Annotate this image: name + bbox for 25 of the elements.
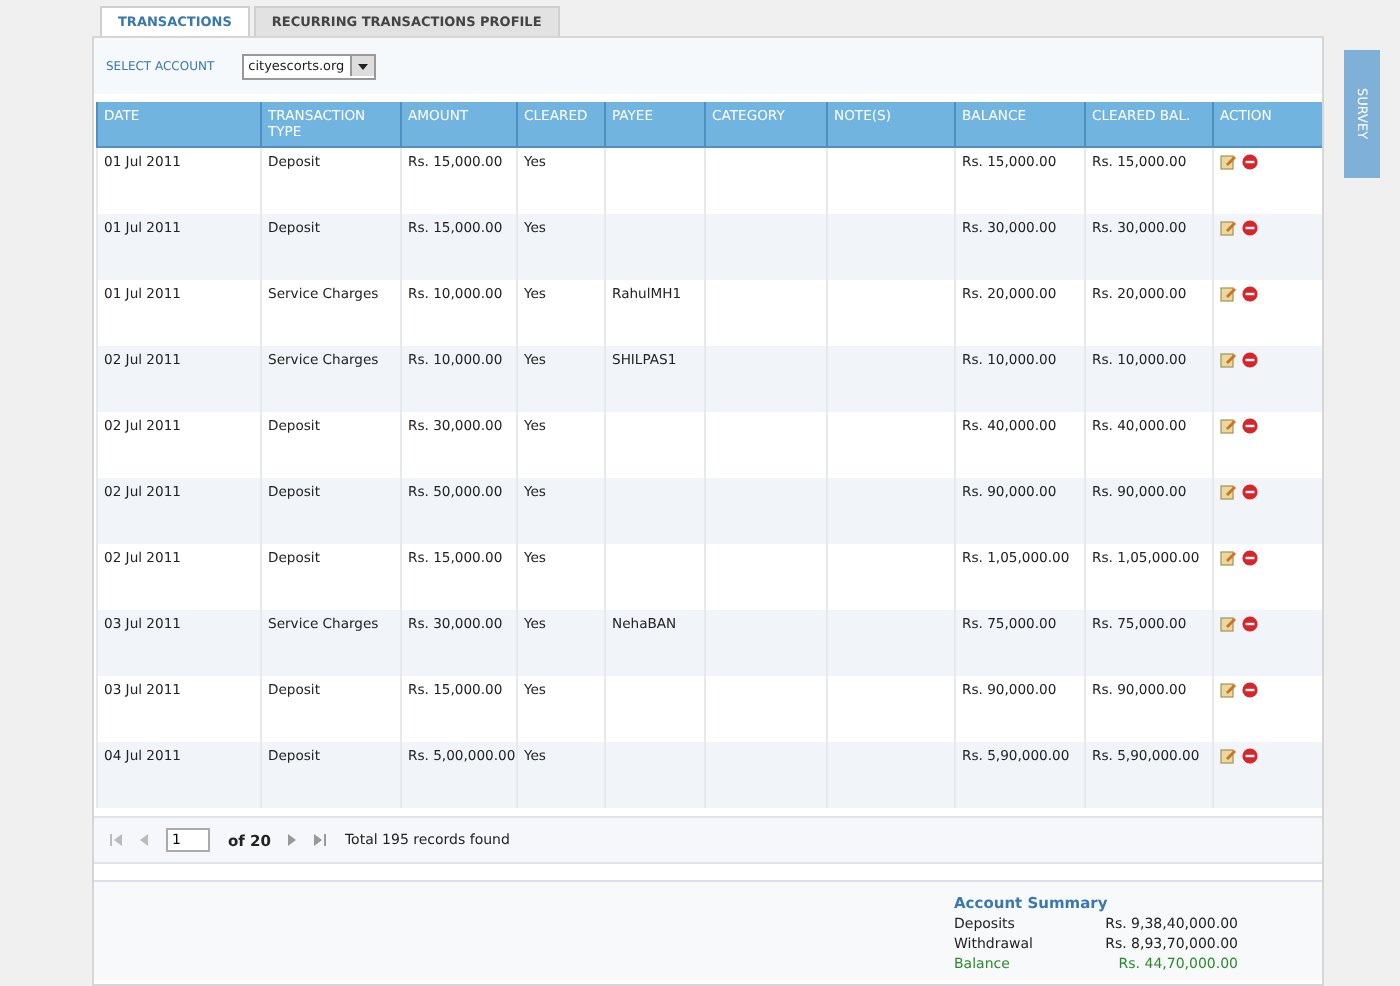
edit-icon[interactable] xyxy=(1220,682,1236,698)
edit-icon[interactable] xyxy=(1220,154,1236,170)
edit-icon[interactable] xyxy=(1220,352,1236,368)
caret-icon xyxy=(358,63,369,69)
edit-icon[interactable] xyxy=(1220,748,1236,764)
edit-icon[interactable] xyxy=(1220,286,1236,302)
edit-icon[interactable] xyxy=(1220,484,1236,500)
edit-icon[interactable] xyxy=(1220,418,1236,434)
delete-icon[interactable] xyxy=(1242,154,1258,170)
delete-icon[interactable] xyxy=(1242,352,1258,368)
first-page-icon[interactable] xyxy=(110,834,122,846)
delete-icon[interactable] xyxy=(1242,616,1258,632)
previous-page-icon[interactable] xyxy=(140,834,148,846)
last-page-icon[interactable] xyxy=(314,834,327,846)
delete-icon[interactable] xyxy=(1242,748,1258,764)
delete-icon[interactable] xyxy=(1242,484,1258,500)
edit-icon[interactable] xyxy=(1220,550,1236,566)
delete-icon[interactable] xyxy=(1242,286,1258,302)
delete-icon[interactable] xyxy=(1242,550,1258,566)
next-page-icon[interactable] xyxy=(288,834,297,846)
edit-icon[interactable] xyxy=(1220,616,1236,632)
edit-icon[interactable] xyxy=(1220,220,1236,236)
delete-icon[interactable] xyxy=(1242,682,1258,698)
delete-icon[interactable] xyxy=(1242,220,1258,236)
delete-icon[interactable] xyxy=(1242,418,1258,434)
